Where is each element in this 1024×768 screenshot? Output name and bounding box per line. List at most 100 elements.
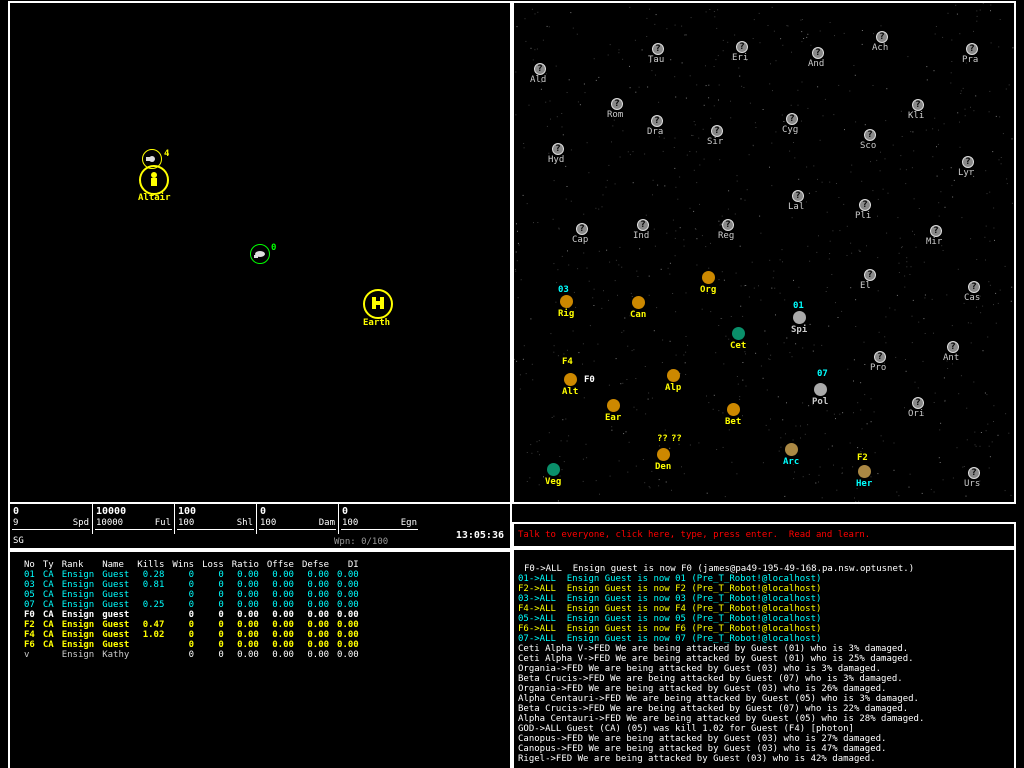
ship-marker[interactable]: 01 bbox=[793, 301, 804, 311]
talk-prompt[interactable]: Talk to everyone, click here, type, pres… bbox=[518, 530, 870, 540]
planet-icon[interactable] bbox=[727, 403, 740, 416]
player-row[interactable]: 03 CA Ensign Guest 0.81 0 0 0.00 0.00 0.00 0.00 bbox=[20, 580, 363, 590]
unknown-planet-icon[interactable]: ? bbox=[930, 225, 942, 237]
player-ratio: 0.00 bbox=[237, 610, 259, 620]
unknown-planet-icon[interactable]: ? bbox=[912, 99, 924, 111]
player-wins: 0 bbox=[188, 570, 195, 580]
unknown-planet-icon[interactable]: ? bbox=[792, 190, 804, 202]
player-wins: 0 bbox=[188, 610, 195, 620]
player-row[interactable]: 05 CA Ensign Guest 0 0 0.00 0.00 0.00 0.00 bbox=[20, 590, 363, 600]
tactical-view[interactable]: 4 Altair 0 Earth bbox=[8, 1, 512, 504]
planet-icon[interactable] bbox=[560, 295, 573, 308]
column-header: Offse bbox=[266, 560, 294, 570]
unknown-planet-icon[interactable]: ? bbox=[711, 125, 723, 137]
self-ship-icon[interactable] bbox=[250, 244, 270, 264]
player-offse: 0.00 bbox=[272, 620, 294, 630]
planet-icon[interactable] bbox=[547, 463, 560, 476]
unknown-planet-icon[interactable]: ? bbox=[947, 341, 959, 353]
unknown-planet-icon[interactable]: ? bbox=[552, 143, 564, 155]
unknown-planet-icon[interactable]: ? bbox=[576, 223, 588, 235]
unknown-planet-icon[interactable]: ? bbox=[786, 113, 798, 125]
planet-icon[interactable] bbox=[702, 271, 715, 284]
column-header: Ratio bbox=[231, 560, 259, 570]
unknown-planet-icon[interactable]: ? bbox=[534, 63, 546, 75]
player-ratio: 0.00 bbox=[237, 620, 259, 630]
planet-icon[interactable] bbox=[793, 311, 806, 324]
unknown-planet-icon[interactable]: ? bbox=[611, 98, 623, 110]
planet-label: Hyd bbox=[548, 155, 565, 165]
player-kills bbox=[133, 590, 168, 600]
player-ratio: 0.00 bbox=[237, 590, 259, 600]
unknown-planet-icon[interactable]: ? bbox=[962, 156, 974, 168]
player-row[interactable]: F2 CA Ensign Guest 0.47 0 0 0.00 0.00 0.00 0.00 bbox=[20, 620, 363, 630]
unknown-planet-icon[interactable]: ? bbox=[736, 41, 748, 53]
message-line: F2->ALL Ensign Guest is now F2 (Pre_T_Ro… bbox=[518, 584, 822, 594]
player-offse: 0.00 bbox=[272, 570, 294, 580]
warning-window[interactable]: Talk to everyone, click here, type, pres… bbox=[512, 522, 1016, 548]
unknown-planet-icon[interactable]: ? bbox=[651, 115, 663, 127]
player-row[interactable]: F4 CA Ensign Guest 1.02 0 0 0.00 0.00 0.00 0.00 bbox=[20, 630, 363, 640]
unknown-planet-icon[interactable]: ? bbox=[652, 43, 664, 55]
player-row[interactable]: F6 CA Ensign Guest 0 0 0.00 0.00 0.00 0.00 bbox=[20, 640, 363, 650]
planet-icon[interactable] bbox=[657, 448, 670, 461]
player-row[interactable]: v Ensign Kathy 0 0 0.00 0.00 0.00 0.00 bbox=[20, 650, 363, 660]
planet-icon[interactable] bbox=[607, 399, 620, 412]
unknown-planet-icon[interactable]: ? bbox=[874, 351, 886, 363]
planet-label-earth: Earth bbox=[363, 318, 391, 328]
unknown-planet-icon[interactable]: ? bbox=[637, 219, 649, 231]
player-row[interactable]: 01 CA Ensign Guest 0.28 0 0 0.00 0.00 0.00 0.00 bbox=[20, 570, 363, 580]
unknown-planet-icon[interactable]: ? bbox=[876, 31, 888, 43]
ship-marker[interactable]: ?? bbox=[657, 434, 668, 444]
player-row[interactable]: 07 CA Ensign Guest 0.25 0 0 0.00 0.00 0.00 0.00 bbox=[20, 600, 363, 610]
planet-icon[interactable] bbox=[139, 165, 169, 195]
gauge-value: 0 bbox=[260, 506, 267, 517]
player-ty: CA bbox=[42, 620, 54, 630]
gauge-value: 100 bbox=[178, 506, 197, 517]
player-loss: 0 bbox=[218, 600, 224, 610]
player-kills bbox=[133, 650, 168, 660]
unknown-planet-icon[interactable]: ? bbox=[864, 129, 876, 141]
planet-icon[interactable] bbox=[632, 296, 645, 309]
planet-label: Ald bbox=[530, 75, 547, 85]
planet-label: Ear bbox=[605, 413, 622, 423]
galactic-map[interactable]: ? Ald? Tau? Eri? And? Ach? Pra? Rom? Dra? Sir? Cyg… bbox=[512, 1, 1016, 504]
unknown-planet-icon[interactable]: ? bbox=[859, 199, 871, 211]
ship-marker[interactable]: 07 bbox=[817, 369, 828, 379]
ship-marker[interactable]: 03 bbox=[558, 285, 569, 295]
message-log[interactable]: F0->ALL Ensign guest is now F0 (james@pa… bbox=[512, 548, 1016, 768]
message-line: 05->ALL Ensign Guest is now 05 (Pre_T_Ro… bbox=[518, 614, 822, 624]
planet-icon[interactable] bbox=[732, 327, 745, 340]
unknown-planet-icon[interactable]: ? bbox=[912, 397, 924, 409]
planet-icon[interactable] bbox=[785, 443, 798, 456]
ship-marker[interactable]: F4 bbox=[562, 357, 573, 367]
player-name: Guest bbox=[102, 580, 130, 590]
planet-icon[interactable] bbox=[858, 465, 871, 478]
planet-icon[interactable] bbox=[564, 373, 577, 386]
player-no: 05 bbox=[24, 590, 35, 600]
planet-icon[interactable] bbox=[667, 369, 680, 382]
unknown-planet-icon[interactable]: ? bbox=[966, 43, 978, 55]
planet-label: Lal bbox=[788, 202, 805, 212]
planet-label: Pra bbox=[962, 55, 979, 65]
status-flags: SG bbox=[13, 536, 24, 546]
ship-marker[interactable]: ?? bbox=[671, 434, 682, 444]
player-rank: Ensign bbox=[61, 620, 95, 630]
planet-label: Lyr bbox=[958, 168, 975, 178]
ship-marker[interactable]: F0 bbox=[584, 375, 595, 385]
column-header: DI bbox=[347, 560, 359, 570]
unknown-planet-icon[interactable]: ? bbox=[812, 47, 824, 59]
player-ratio: 0.00 bbox=[237, 650, 259, 660]
planet-icon[interactable] bbox=[814, 383, 827, 396]
player-defse: 0.00 bbox=[307, 650, 330, 660]
ship-marker[interactable]: F2 bbox=[857, 453, 868, 463]
player-di: 0.00 bbox=[337, 590, 359, 600]
unknown-planet-icon[interactable]: ? bbox=[968, 281, 980, 293]
unknown-planet-icon[interactable]: ? bbox=[722, 219, 734, 231]
player-kills: 1.02 bbox=[142, 630, 165, 640]
message-line: F0->ALL Ensign guest is now F0 (james@pa… bbox=[524, 564, 915, 574]
player-row[interactable]: F0 CA Ensign guest 0 0 0.00 0.00 0.00 0.00 bbox=[20, 610, 363, 620]
planet-icon[interactable] bbox=[363, 289, 393, 319]
player-rank: Ensign bbox=[61, 640, 95, 650]
unknown-planet-icon[interactable]: ? bbox=[968, 467, 980, 479]
unknown-planet-icon[interactable]: ? bbox=[864, 269, 876, 281]
